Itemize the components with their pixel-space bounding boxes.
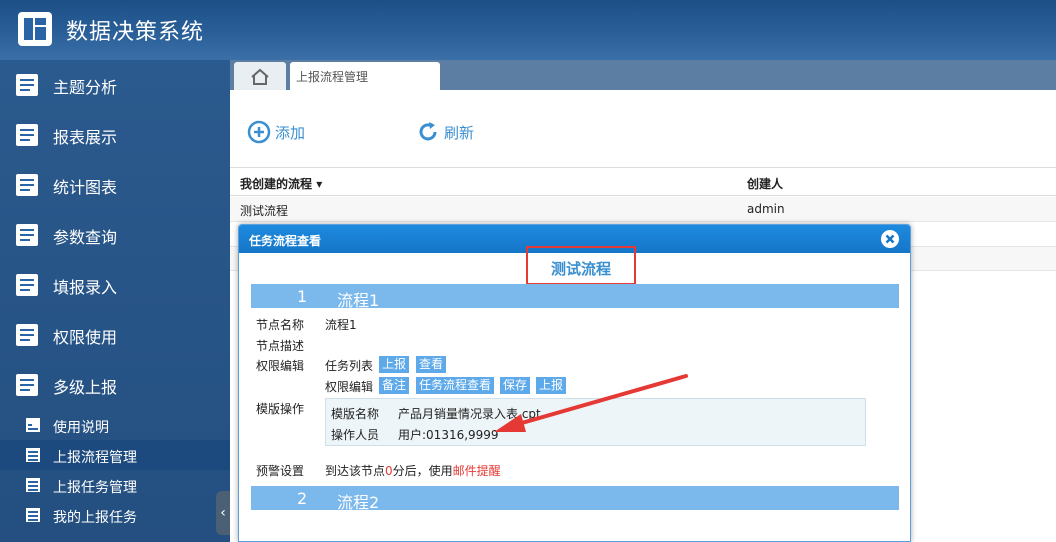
sidebar-subitem-label: 上报流程管理 (53, 450, 137, 466)
add-button[interactable]: 添加 (247, 120, 327, 144)
sidebar-item-label: 报表展示 (53, 128, 118, 147)
sort-down-icon[interactable]: ▾ (316, 177, 322, 191)
mail-remind-link[interactable]: 邮件提醒 (453, 464, 501, 478)
template-op-label: 模版操作 (256, 402, 305, 416)
save-button[interactable]: 保存 (500, 377, 530, 394)
close-button[interactable] (881, 230, 899, 248)
dialog-flow-name: 测试流程 (550, 260, 611, 278)
home-icon (251, 68, 269, 85)
task-list-label: 任务列表 (325, 359, 374, 373)
sidebar-item-label: 填报录入 (53, 278, 118, 297)
app-logo-icon (18, 12, 52, 46)
report-icon (16, 274, 38, 296)
flow-list-header: 我创建的流程 ▾ 创建人 (230, 170, 1056, 196)
list-icon (26, 448, 40, 462)
list-icon (26, 478, 40, 492)
chart-icon (26, 418, 40, 432)
sidebar: 主题分析 报表展示 统计图表 参数查询 填报录入 权限使用 多级上报 使用说明 … (0, 60, 230, 542)
template-name-label: 模版名称 (331, 407, 380, 421)
flow-name-highlight: 测试流程 (526, 246, 636, 285)
column-header-flow[interactable]: 我创建的流程 ▾ (240, 175, 322, 192)
report-icon (16, 74, 38, 96)
close-icon (885, 234, 895, 244)
node-name-label: 节点名称 (256, 318, 305, 332)
warn-label: 预警设置 (256, 464, 305, 478)
task-flow-view-button[interactable]: 任务流程查看 (416, 377, 494, 394)
app-header: 数据决策系统 (0, 0, 1056, 60)
toolbar: 添加 刷新 (230, 90, 1056, 168)
column-header-creator: 创建人 (747, 177, 784, 191)
sidebar-item-report-display[interactable]: 报表展示 (0, 110, 230, 160)
remark-button[interactable]: 备注 (379, 377, 409, 394)
task-flow-dialog: 任务流程查看 测试流程 1 流程1 节点名称 流程1 节点描述 权限编辑 任务列… (238, 224, 911, 542)
step-header-2: 2 流程2 (251, 486, 899, 512)
dialog-title: 任务流程查看 (249, 234, 322, 248)
add-button-label: 添加 (275, 124, 306, 142)
sidebar-item-multi-report[interactable]: 多级上报 (0, 360, 230, 410)
app-title: 数据决策系统 (66, 20, 205, 45)
sidebar-item-label: 多级上报 (53, 378, 118, 397)
sidebar-subitem-report-task[interactable]: 上报任务管理 (0, 470, 230, 500)
node-desc-label: 节点描述 (256, 339, 305, 353)
sidebar-item-label: 参数查询 (53, 228, 118, 247)
sidebar-item-stat-charts[interactable]: 统计图表 (0, 160, 230, 210)
creator-cell: admin (747, 202, 785, 216)
refresh-button[interactable]: 刷新 (416, 120, 496, 144)
perm-list-label: 权限编辑 (325, 380, 374, 394)
sidebar-subitem-report-flow[interactable]: 上报流程管理 (0, 440, 230, 470)
report-icon (16, 174, 38, 196)
sidebar-collapse-button[interactable]: ‹ (216, 491, 230, 535)
perm-edit-label: 权限编辑 (256, 359, 305, 373)
step-number: 2 (297, 489, 308, 508)
submit-report-button[interactable]: 上报 (536, 377, 566, 394)
sidebar-item-label: 主题分析 (53, 78, 118, 97)
report-icon (16, 324, 38, 346)
template-name-value: 产品月销量情况录入表.cpt (398, 407, 541, 421)
sidebar-subitem-label: 我的上报任务 (53, 510, 137, 526)
report-icon (16, 374, 38, 396)
tab-home[interactable] (234, 62, 286, 90)
sidebar-item-permission[interactable]: 权限使用 (0, 310, 230, 360)
report-icon (16, 224, 38, 246)
report-button[interactable]: 上报 (379, 356, 409, 373)
plus-circle-icon (247, 120, 271, 144)
refresh-icon (419, 122, 437, 141)
step-header-1: 1 流程1 (251, 284, 899, 310)
sidebar-item-param-query[interactable]: 参数查询 (0, 210, 230, 260)
sidebar-item-label: 权限使用 (53, 328, 118, 347)
operator-label: 操作人员 (331, 428, 380, 442)
flow-name-cell: 测试流程 (240, 204, 289, 218)
step-name: 流程1 (337, 291, 380, 310)
operator-value: 用户:01316,9999 (398, 428, 499, 442)
tab-report-flow[interactable]: 上报流程管理 (290, 62, 440, 90)
list-icon (26, 508, 40, 522)
warn-setting-text: 到达该节点0分后，使用邮件提醒 (325, 464, 501, 478)
step-number: 1 (297, 287, 308, 306)
step-name: 流程2 (337, 493, 380, 512)
tab-bar: 上报流程管理 (230, 60, 1056, 90)
sidebar-subitem-label: 使用说明 (53, 420, 109, 436)
node-name-value: 流程1 (325, 318, 357, 332)
table-row[interactable]: 测试流程 admin (230, 197, 1056, 222)
sidebar-subitem-label: 上报任务管理 (53, 480, 137, 496)
sidebar-item-topic-analysis[interactable]: 主题分析 (0, 60, 230, 110)
refresh-button-label: 刷新 (444, 124, 475, 142)
sidebar-item-fill-entry[interactable]: 填报录入 (0, 260, 230, 310)
sidebar-subitem-instructions[interactable]: 使用说明 (0, 410, 230, 440)
sidebar-subitem-my-tasks[interactable]: 我的上报任务 (0, 500, 230, 530)
tab-label: 上报流程管理 (296, 70, 369, 84)
template-info-box: 模版名称 产品月销量情况录入表.cpt 操作人员 用户:01316,9999 (325, 398, 866, 446)
view-button[interactable]: 查看 (416, 356, 446, 373)
sidebar-item-label: 统计图表 (53, 178, 118, 197)
report-icon (16, 124, 38, 146)
